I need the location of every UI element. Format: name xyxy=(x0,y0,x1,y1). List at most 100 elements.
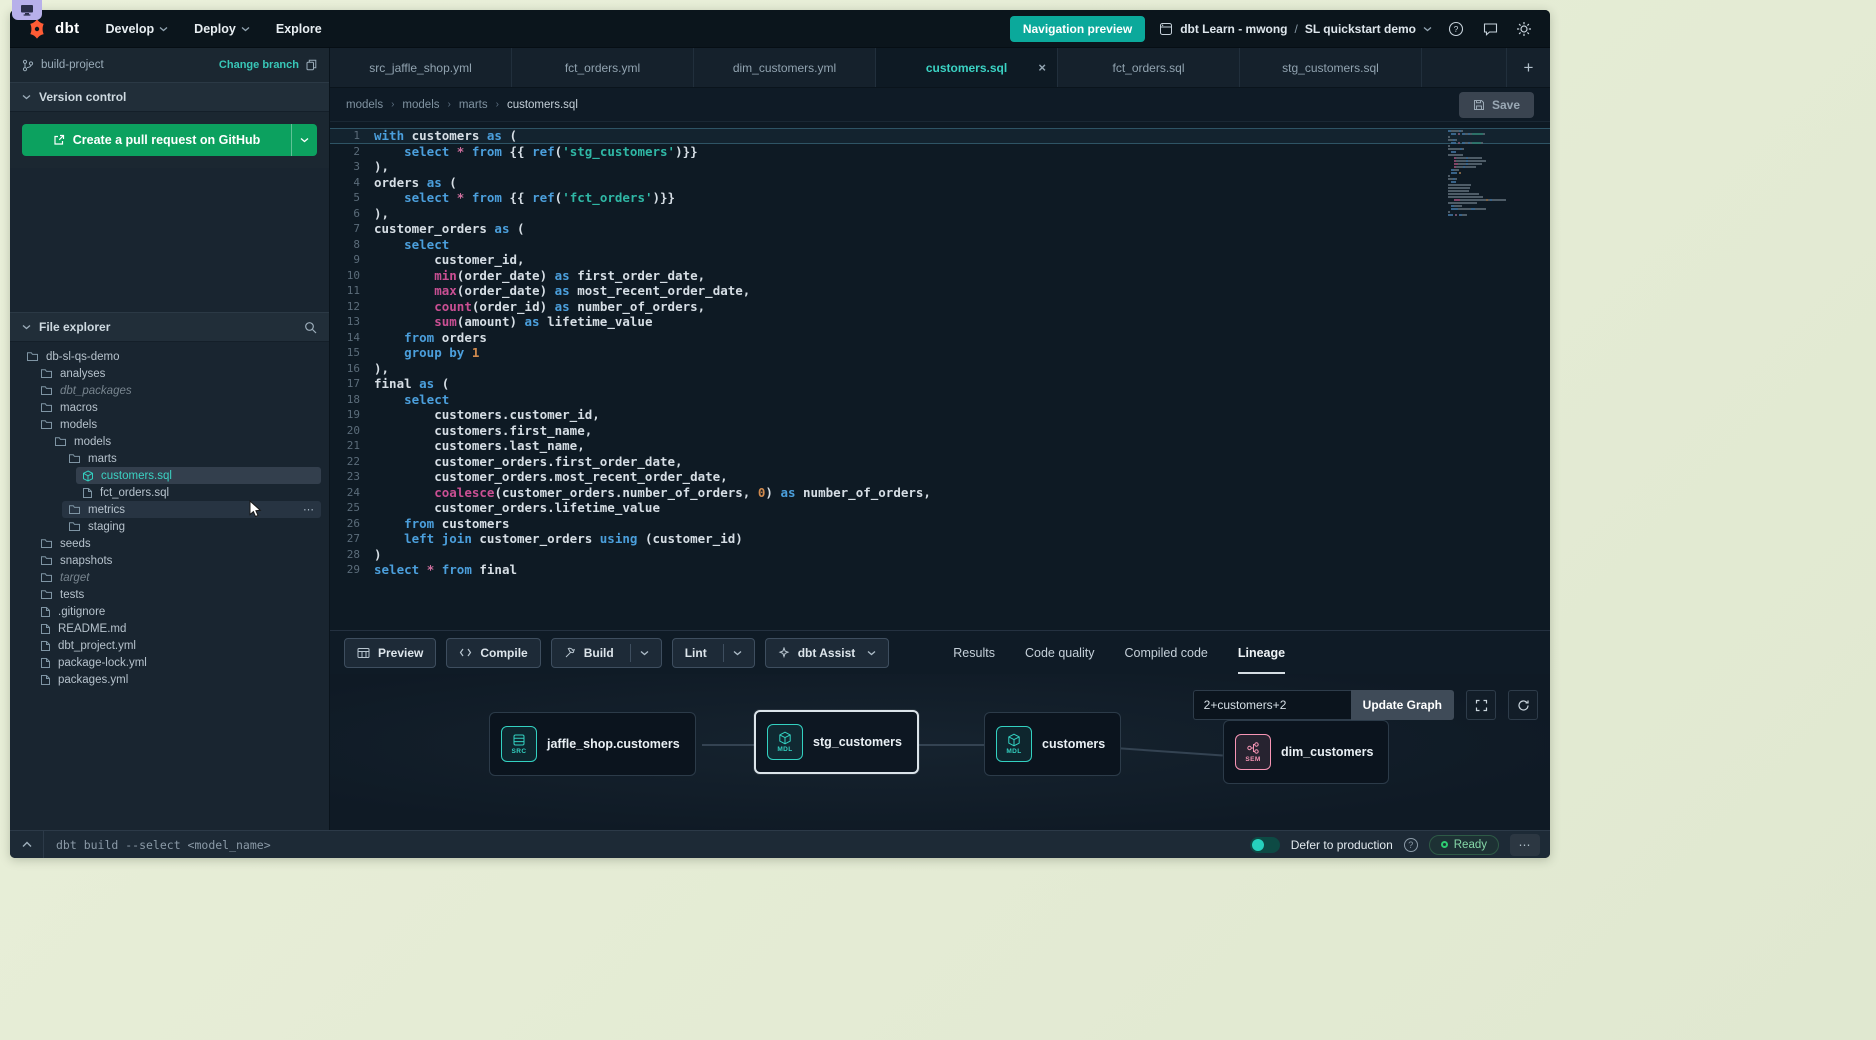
search-icon[interactable] xyxy=(304,321,317,334)
update-graph-button[interactable]: Update Graph xyxy=(1351,690,1454,720)
tab-compiled-code[interactable]: Compiled code xyxy=(1124,631,1207,674)
nav-item-deploy[interactable]: Deploy xyxy=(194,22,250,36)
code-line[interactable]: 11 max(order_date) as most_recent_order_… xyxy=(330,283,1550,299)
nav-item-develop[interactable]: Develop xyxy=(106,22,169,36)
lineage-node-customers[interactable]: MDLcustomers xyxy=(984,712,1121,776)
code-editor[interactable]: 1with customers as (2 select * from {{ r… xyxy=(330,122,1550,630)
code-line[interactable]: 26 from customers xyxy=(330,516,1550,532)
dbt-assist-button[interactable]: dbt Assist xyxy=(765,638,890,668)
breadcrumb-item[interactable]: customers.sql xyxy=(507,99,578,111)
tab-lineage[interactable]: Lineage xyxy=(1238,631,1285,674)
navigation-preview-button[interactable]: Navigation preview xyxy=(1010,16,1145,42)
editor-tab-fct-orders-yml[interactable]: fct_orders.yml xyxy=(512,48,694,87)
copy-icon[interactable] xyxy=(306,59,317,71)
lineage-node-jaffle-shop-customers[interactable]: SRCjaffle_shop.customers xyxy=(489,712,696,776)
settings-gear-icon[interactable] xyxy=(1514,19,1534,39)
code-line[interactable]: 28) xyxy=(330,547,1550,563)
breadcrumb-item[interactable]: models xyxy=(402,99,439,111)
lineage-panel[interactable]: SRCjaffle_shop.customers MDLstg_customers… xyxy=(330,674,1550,830)
close-icon[interactable]: × xyxy=(1038,60,1046,75)
code-line[interactable]: 24 coalesce(customer_orders.number_of_or… xyxy=(330,485,1550,501)
feedback-chat-icon[interactable] xyxy=(1480,19,1500,39)
account-project-switcher[interactable]: dbt Learn - mwong / SL quickstart demo xyxy=(1159,22,1432,36)
code-line[interactable]: 27 left join customer_orders using (cust… xyxy=(330,531,1550,547)
new-tab-button[interactable]: + xyxy=(1506,48,1550,87)
code-line[interactable]: 8 select xyxy=(330,237,1550,253)
chevron-down-icon[interactable] xyxy=(630,644,649,662)
command-input[interactable]: dbt build --select <model_name> xyxy=(56,838,271,852)
tree-item-marts[interactable]: marts xyxy=(10,450,329,467)
lineage-node-stg-customers[interactable]: MDLstg_customers xyxy=(754,710,919,774)
lineage-node-dim-customers[interactable]: SEMdim_customers xyxy=(1223,720,1389,784)
tree-item-gitignore[interactable]: .gitignore xyxy=(10,603,329,620)
tree-item-readme-md[interactable]: README.md xyxy=(10,620,329,637)
refresh-icon[interactable] xyxy=(1508,690,1538,720)
code-line[interactable]: 14 from orders xyxy=(330,330,1550,346)
tree-item-staging[interactable]: staging xyxy=(10,518,329,535)
code-line[interactable]: 7customer_orders as ( xyxy=(330,221,1550,237)
tree-item-dbt-project-yml[interactable]: dbt_project.yml xyxy=(10,637,329,654)
code-line[interactable]: 19 customers.customer_id, xyxy=(330,407,1550,423)
tree-item-packages-yml[interactable]: packages.yml xyxy=(10,671,329,688)
fullscreen-icon[interactable] xyxy=(1466,690,1496,720)
chevron-down-icon[interactable] xyxy=(867,650,876,656)
editor-tab-stg-customers-sql[interactable]: stg_customers.sql xyxy=(1240,48,1422,87)
tree-item-customers-sql[interactable]: customers.sql xyxy=(10,467,329,484)
editor-tab-src-jaffle-shop-yml[interactable]: src_jaffle_shop.yml xyxy=(330,48,512,87)
tab-results[interactable]: Results xyxy=(953,631,995,674)
create-pull-request-button[interactable]: Create a pull request on GitHub xyxy=(22,124,317,156)
lint-button[interactable]: Lint xyxy=(672,638,755,668)
tree-item-models[interactable]: models xyxy=(10,416,329,433)
code-line[interactable]: 9 customer_id, xyxy=(330,252,1550,268)
code-line[interactable]: 13 sum(amount) as lifetime_value xyxy=(330,314,1550,330)
item-menu-icon[interactable]: ⋯ xyxy=(303,503,315,516)
tree-item-snapshots[interactable]: snapshots xyxy=(10,552,329,569)
pr-button-dropdown[interactable] xyxy=(291,124,317,156)
code-line[interactable]: 22 customer_orders.first_order_date, xyxy=(330,454,1550,470)
tree-item-db-sl-qs-demo[interactable]: db-sl-qs-demo xyxy=(10,348,329,365)
code-line[interactable]: 2 select * from {{ ref('stg_customers')}… xyxy=(330,144,1550,160)
tree-item-seeds[interactable]: seeds xyxy=(10,535,329,552)
code-line[interactable]: 25 customer_orders.lifetime_value xyxy=(330,500,1550,516)
breadcrumb-item[interactable]: models xyxy=(346,99,383,111)
code-line[interactable]: 29select * from final xyxy=(330,562,1550,578)
tree-item-target[interactable]: target xyxy=(10,569,329,586)
tree-item-metrics[interactable]: metrics⋯ xyxy=(10,501,329,518)
breadcrumb-item[interactable]: marts xyxy=(459,99,488,111)
tree-item-macros[interactable]: macros xyxy=(10,399,329,416)
preview-button[interactable]: Preview xyxy=(344,638,436,668)
code-line[interactable]: 12 count(order_id) as number_of_orders, xyxy=(330,299,1550,315)
tree-item-package-lock-yml[interactable]: package-lock.yml xyxy=(10,654,329,671)
editor-tab-fct-orders-sql[interactable]: fct_orders.sql xyxy=(1058,48,1240,87)
code-line[interactable]: 6), xyxy=(330,206,1550,222)
nav-item-explore[interactable]: Explore xyxy=(276,22,322,36)
code-line[interactable]: 20 customers.first_name, xyxy=(330,423,1550,439)
editor-tab-customers-sql[interactable]: customers.sql× xyxy=(876,48,1058,87)
compile-button[interactable]: Compile xyxy=(446,638,540,668)
code-line[interactable]: 3), xyxy=(330,159,1550,175)
editor-tab-dim-customers-yml[interactable]: dim_customers.yml xyxy=(694,48,876,87)
code-line[interactable]: 5 select * from {{ ref('fct_orders')}} xyxy=(330,190,1550,206)
editor-minimap[interactable] xyxy=(1448,130,1540,217)
tree-item-analyses[interactable]: analyses xyxy=(10,365,329,382)
code-line[interactable]: 16), xyxy=(330,361,1550,377)
tree-item-fct-orders-sql[interactable]: fct_orders.sql xyxy=(10,484,329,501)
change-branch-link[interactable]: Change branch xyxy=(219,59,299,71)
tree-item-dbt-packages[interactable]: dbt_packages xyxy=(10,382,329,399)
defer-help-icon[interactable]: ? xyxy=(1404,838,1418,852)
code-line[interactable]: 1with customers as ( xyxy=(330,128,1550,144)
tree-item-models[interactable]: models xyxy=(10,433,329,450)
more-options-button[interactable]: ⋯ xyxy=(1510,834,1540,856)
save-button[interactable]: Save xyxy=(1459,92,1534,118)
code-line[interactable]: 15 group by 1 xyxy=(330,345,1550,361)
build-button[interactable]: Build xyxy=(551,638,662,668)
help-icon[interactable]: ? xyxy=(1446,19,1466,39)
dbt-logo[interactable]: dbt xyxy=(26,18,80,40)
ready-status-badge[interactable]: Ready xyxy=(1429,835,1499,855)
code-line[interactable]: 23 customer_orders.most_recent_order_dat… xyxy=(330,469,1550,485)
tree-item-tests[interactable]: tests xyxy=(10,586,329,603)
code-line[interactable]: 10 min(order_date) as first_order_date, xyxy=(330,268,1550,284)
defer-toggle[interactable] xyxy=(1250,837,1280,853)
code-line[interactable]: 18 select xyxy=(330,392,1550,408)
lineage-search-input[interactable] xyxy=(1193,690,1351,720)
